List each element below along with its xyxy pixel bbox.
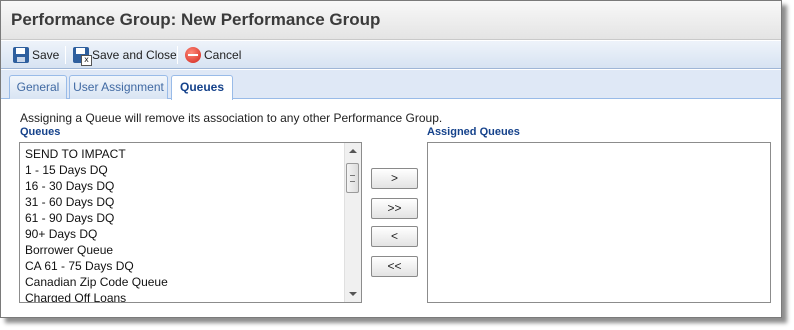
tab-queues[interactable]: Queues: [171, 75, 233, 100]
save-button[interactable]: Save: [13, 45, 59, 65]
vertical-scrollbar[interactable]: [344, 143, 361, 302]
toolbar-separator: [65, 46, 66, 64]
save-and-close-label: Save and Close: [92, 48, 177, 62]
title-bar: Performance Group: New Performance Group: [1, 1, 781, 40]
cancel-button[interactable]: Cancel: [185, 45, 241, 65]
list-item[interactable]: Charged Off Loans: [20, 290, 344, 302]
performance-group-window: Performance Group: New Performance Group…: [0, 0, 782, 318]
toolbar: Save Save and Close Cancel: [1, 41, 781, 69]
window-title: Performance Group: New Performance Group: [11, 10, 381, 29]
list-item[interactable]: 16 - 30 Days DQ: [20, 178, 344, 194]
list-item[interactable]: CA 61 - 75 Days DQ: [20, 258, 344, 274]
toolbar-separator: [177, 46, 178, 64]
cancel-icon: [185, 47, 201, 63]
list-item[interactable]: 31 - 60 Days DQ: [20, 194, 344, 210]
assigned-queues-items: [428, 143, 770, 302]
tab-user-assignment[interactable]: User Assignment: [69, 75, 168, 99]
available-queues-items: SEND TO IMPACT 1 - 15 Days DQ 16 - 30 Days…: [20, 143, 344, 302]
save-button-label: Save: [32, 48, 60, 62]
list-item[interactable]: 61 - 90 Days DQ: [20, 210, 344, 226]
save-and-close-button[interactable]: Save and Close: [73, 45, 177, 66]
assigned-queues-label: Assigned Queues: [427, 126, 520, 138]
available-queues-list[interactable]: SEND TO IMPACT 1 - 15 Days DQ 16 - 30 Days…: [19, 142, 362, 303]
add-all-button[interactable]: >>: [371, 198, 418, 219]
assigned-queues-list[interactable]: [427, 142, 771, 303]
scroll-down-arrow-icon[interactable]: [345, 286, 361, 302]
tab-general[interactable]: General: [9, 75, 67, 99]
assignment-notice: Assigning a Queue will remove its associ…: [20, 111, 443, 125]
save-close-icon: [73, 47, 92, 66]
remove-selected-button[interactable]: <: [371, 226, 418, 247]
queues-label: Queues: [20, 126, 61, 138]
list-item[interactable]: 1 - 15 Days DQ: [20, 162, 344, 178]
save-icon: [13, 47, 29, 63]
queues-tab-panel: Assigning a Queue will remove its associ…: [1, 100, 781, 317]
remove-all-button[interactable]: <<: [371, 256, 418, 277]
list-item[interactable]: 90+ Days DQ: [20, 226, 344, 242]
scroll-up-arrow-icon[interactable]: [345, 143, 361, 159]
scrollbar-thumb[interactable]: [346, 163, 359, 193]
tab-strip: General User Assignment Queues: [1, 70, 781, 100]
add-selected-button[interactable]: >: [371, 168, 418, 189]
cancel-button-label: Cancel: [204, 48, 242, 62]
list-item[interactable]: SEND TO IMPACT: [20, 146, 344, 162]
list-item[interactable]: Canadian Zip Code Queue: [20, 274, 344, 290]
list-item[interactable]: Borrower Queue: [20, 242, 344, 258]
